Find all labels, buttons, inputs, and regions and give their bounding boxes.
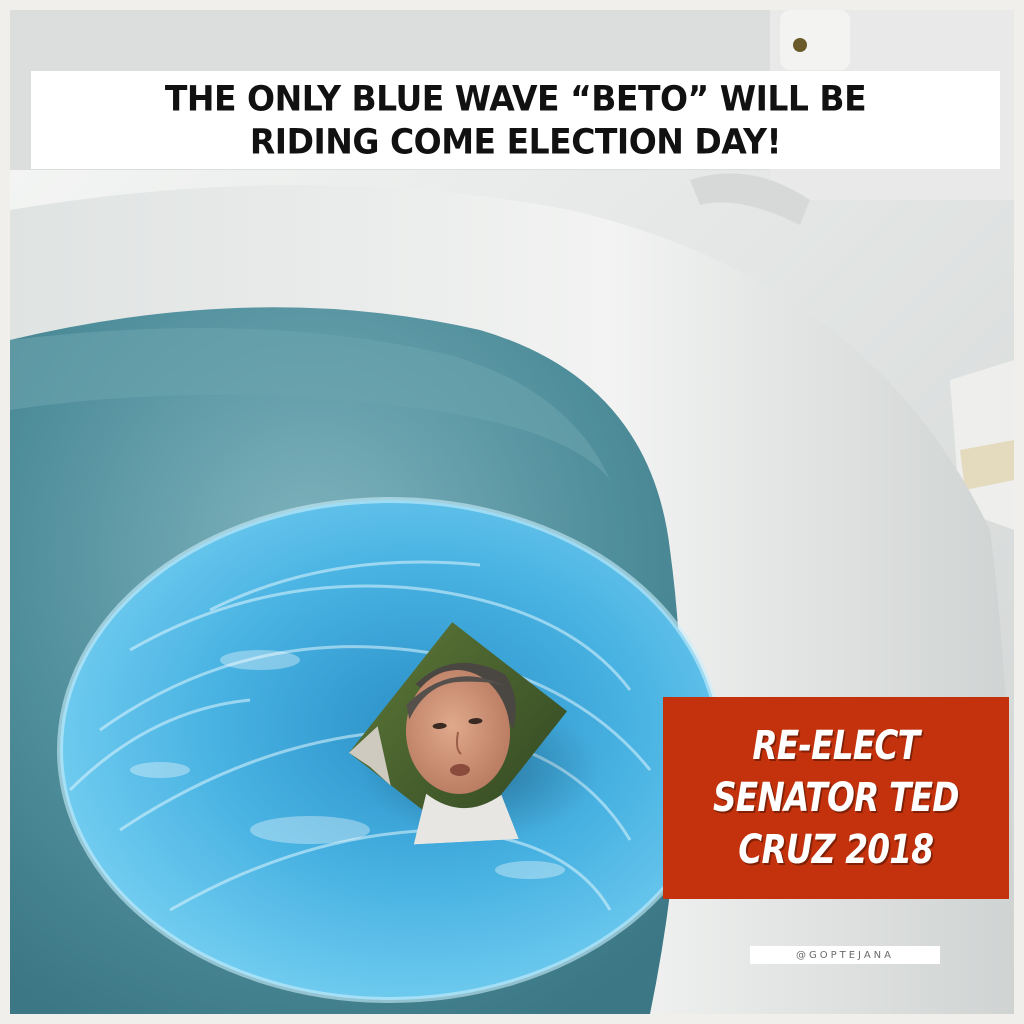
headline-text: THE ONLY BLUE WAVE “BETO” WILL BE RIDING… (164, 78, 867, 162)
headline-banner: THE ONLY BLUE WAVE “BETO” WILL BE RIDING… (31, 71, 1000, 169)
campaign-text: RE-ELECT SENATOR TED CRUZ 2018 (713, 723, 959, 873)
portrait-photo (342, 616, 573, 847)
credit-text: @GOPTEJANA (795, 949, 894, 961)
meme-image: THE ONLY BLUE WAVE “BETO” WILL BE RIDING… (0, 0, 1024, 1024)
campaign-banner: RE-ELECT SENATOR TED CRUZ 2018 (663, 697, 1009, 899)
credit-watermark: @GOPTEJANA (750, 946, 940, 964)
